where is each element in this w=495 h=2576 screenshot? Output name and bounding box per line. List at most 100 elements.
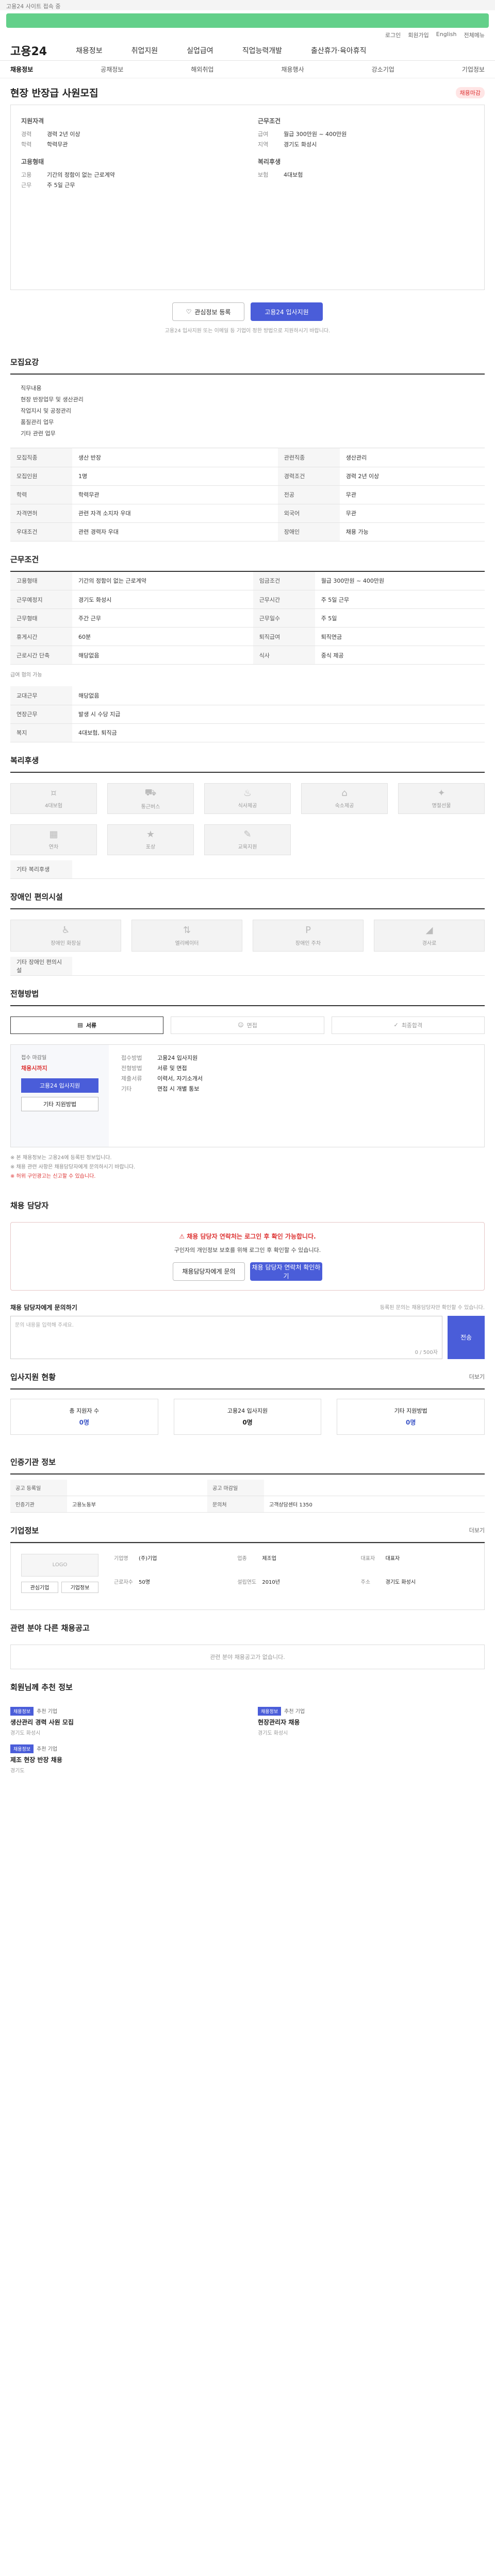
company-info-button[interactable]: 기업정보 — [61, 1581, 98, 1593]
duty-line: 직무내용 — [21, 385, 42, 392]
ramp-icon: ◢ — [425, 925, 433, 936]
summary-value: 주 5일 근무 — [47, 182, 75, 189]
favorite-company-button[interactable]: 관심기업 — [21, 1581, 58, 1593]
summary-key: 지역 — [258, 141, 269, 148]
table-cell: 60분 — [72, 627, 253, 646]
subnav-item-company[interactable]: 기업정보 — [462, 65, 485, 74]
login-link[interactable]: 로그인 — [385, 31, 401, 39]
table-cell: 해당없음 — [72, 686, 485, 705]
summary-key: 고용 — [21, 172, 32, 178]
signup-link[interactable]: 회원가입 — [408, 31, 428, 39]
gnb-item-leave[interactable]: 출산휴가·육아휴직 — [311, 45, 367, 56]
car-icon: ⛟ — [144, 787, 157, 798]
table-cell: 주간 근무 — [72, 608, 253, 628]
table-row: 기타 복리후생 — [10, 860, 485, 879]
welfare-item: ⛟ 통근버스 — [107, 783, 194, 814]
apply-key: 접수방법 — [121, 1054, 142, 1061]
table-row: 공고 등록일 공고 마감일 — [10, 1479, 485, 1496]
facility-item: P 장애인 주차 — [253, 920, 364, 952]
primary-actions: ♡ 관심정보 등록 고용24 입사지원 — [10, 290, 485, 326]
table-header: 근로시간 단축 — [10, 646, 72, 665]
table-cell: 관련 경력자 우대 — [72, 522, 278, 541]
qa-char-count: 0 / 500자 — [415, 1349, 438, 1355]
company-logo-area: LOGO 관심기업 기업정보 — [21, 1553, 98, 1599]
table-cell: 채용 가능 — [339, 522, 485, 541]
gift-icon: ✦ — [437, 788, 446, 799]
table-row: 교대근무 해당없음 — [10, 686, 485, 705]
notice-list: ※ 본 채용정보는 고용24에 등록된 정보입니다. ※ 채용 관련 사항은 채… — [10, 1147, 485, 1188]
subnav-item-events[interactable]: 채용행사 — [281, 65, 304, 74]
subnav-item-public[interactable]: 공채정보 — [101, 65, 123, 74]
facility-item-label: 장애인 주차 — [295, 941, 321, 946]
table-cell: 생산관리 — [339, 448, 485, 467]
summary-value: 경기도 화성시 — [284, 141, 317, 148]
table-cell: 월급 300만원 ~ 400만원 — [315, 571, 485, 590]
duty-table: 모집직종 생산 반장 관련직종 생산관리 모집인원 1명 경력조건 경력 2년 이상 학력 학… — [10, 448, 485, 541]
table-cell: 주 5일 — [315, 608, 485, 628]
list-item[interactable]: 채용정보 추천 기업 현장관리자 채용 경기도 화성시 — [258, 1706, 485, 1736]
conditions-heading: 근무조건 — [258, 117, 281, 125]
company-buttons: 관심기업 기업정보 — [21, 1581, 98, 1593]
qa-textarea[interactable]: 문의 내용을 입력해 주세요. 0 / 500자 — [10, 1315, 442, 1359]
table-header: 근무예정지 — [10, 590, 72, 609]
summary-row: 근무 주 5일 근무 — [21, 180, 237, 191]
company-value: 경기도 화성시 — [385, 1579, 416, 1585]
apply-deadline: 접수 마감일 채용시까지 고용24 입사지원 기타 지원방법 — [11, 1044, 109, 1147]
company-field: 기업명 (주)기업 — [114, 1554, 227, 1575]
qa-send-button[interactable]: 전송 — [448, 1315, 485, 1359]
book-icon: ✎ — [243, 829, 252, 840]
table-header: 근무일수 — [253, 608, 315, 628]
gnb-item-jobs[interactable]: 채용정보 — [76, 45, 103, 56]
table-header: 모집인원 — [10, 467, 72, 486]
apply-other-button[interactable]: 기타 지원방법 — [21, 1096, 98, 1111]
top-banner[interactable] — [6, 13, 489, 28]
page-title: 현장 반장급 사원모집 — [10, 88, 98, 99]
subnav-item-overseas[interactable]: 해외취업 — [191, 65, 213, 74]
table-cell: 무관 — [339, 504, 485, 523]
disability-icons: ♿ 장애인 화장실 ⇅ 엘리베이터 P 장애인 주차 ◢ 경사로 — [10, 909, 485, 957]
company-box: LOGO 관심기업 기업정보 기업명 (주)기업 업종 제조업 대표자 대표자 근로자… — [10, 1543, 485, 1610]
english-link[interactable]: English — [436, 31, 457, 38]
company-key: 설립연도 — [237, 1579, 257, 1585]
disability-section-title: 장애인 편의시설 — [10, 879, 485, 909]
contact-actions: 채용담당자에게 문의 채용 담당자 연락처 확인하기 — [20, 1262, 475, 1281]
wage-note: 급여 협의 가능 — [10, 672, 42, 678]
contact-section-title: 채용 담당자 — [10, 1200, 49, 1210]
apply-box: 접수 마감일 채용시까지 고용24 입사지원 기타 지원방법 접수방법고용24 … — [10, 1044, 485, 1147]
apply-online-button[interactable]: 고용24 입사지원 — [21, 1078, 98, 1093]
summary-left: 지원자격 경력 경력 2년 이상 학력 학력무관 고용형태 고용 기간의 정함이 없는… — [21, 114, 237, 280]
gnb-item-training[interactable]: 직업능력개발 — [242, 45, 282, 56]
stat-label: 총 지원자 수 — [69, 1408, 100, 1414]
rec-company: 추천 기업 — [37, 1746, 58, 1752]
company-more-link[interactable]: 더보기 — [469, 1526, 485, 1534]
company-key: 근로자수 — [114, 1579, 133, 1585]
contact-view-button[interactable]: 채용 담당자 연락처 확인하기 — [250, 1262, 322, 1281]
company-value: 대표자 — [385, 1555, 400, 1562]
applicants-more-link[interactable]: 더보기 — [469, 1372, 485, 1381]
gnb-item-support[interactable]: 취업지원 — [131, 45, 158, 56]
list-item[interactable]: 채용정보 추천 기업 제조 현장 반장 채용 경기도 — [10, 1744, 237, 1774]
notice-line: ※ 본 채용정보는 고용24에 등록된 정보입니다. — [10, 1155, 112, 1161]
subnav-item-jobs[interactable]: 채용정보 — [10, 65, 33, 74]
list-item[interactable]: 채용정보 추천 기업 생산관리 경력 사원 모집 경기도 화성시 — [10, 1706, 237, 1736]
table-cell: 관련 자격 소지자 우대 — [72, 504, 278, 523]
gnb-item-benefits[interactable]: 실업급여 — [187, 45, 213, 56]
summary-key: 보험 — [258, 172, 269, 178]
interest-button[interactable]: ♡ 관심정보 등록 — [172, 302, 244, 321]
contact-text: 구인자의 개인정보 보호를 위해 로그인 후 확인할 수 있습니다. — [174, 1246, 321, 1253]
subnav-item-strong-sme[interactable]: 강소기업 — [372, 65, 394, 74]
apply-button[interactable]: 고용24 입사지원 — [251, 302, 323, 321]
all-menu-link[interactable]: 전체메뉴 — [464, 31, 485, 39]
alert-icon: ⚠ — [179, 1232, 187, 1240]
summary-right: 근무조건 급여 월급 300만원 ~ 400만원 지역 경기도 화성시 복리후생 보… — [258, 114, 474, 280]
selection-section-title: 전형방법 — [10, 976, 485, 1006]
table-header: 문의처 — [207, 1496, 265, 1513]
contact-inquiry-button[interactable]: 채용담당자에게 문의 — [173, 1262, 245, 1281]
welfare-item-label: 통근버스 — [141, 804, 160, 810]
table-header: 경력조건 — [277, 467, 340, 486]
table-header: 기타 복리후생 — [10, 860, 72, 879]
step-label: 서류 — [86, 1022, 96, 1029]
table-header: 근무시간 — [253, 590, 315, 609]
job-summary: 지원자격 경력 경력 2년 이상 학력 학력무관 고용형태 고용 기간의 정함이 없는… — [10, 105, 485, 290]
logo[interactable]: 고용24 — [10, 42, 47, 59]
